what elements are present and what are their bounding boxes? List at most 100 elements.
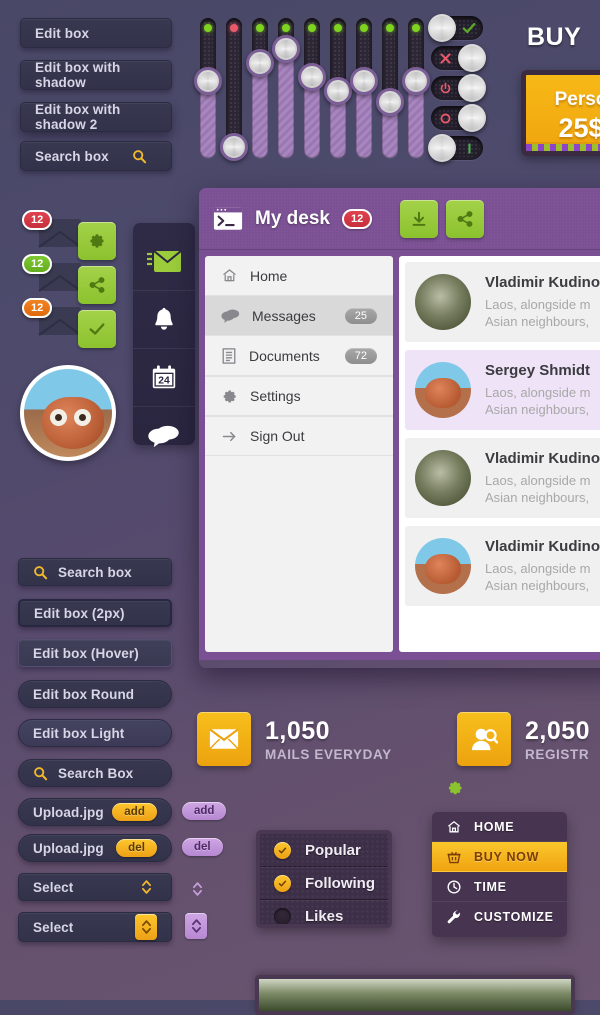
toggle-knob[interactable] xyxy=(458,44,486,72)
upload-row-add[interactable]: Upload.jpg add xyxy=(18,798,172,826)
toggle-bar[interactable] xyxy=(428,134,483,162)
select-gold[interactable]: Select xyxy=(18,912,172,942)
edit-box-2px[interactable]: Edit box (2px) xyxy=(18,599,172,627)
checkbox-popular-label: Popular xyxy=(305,841,361,859)
edit-box-with-shadow-2[interactable]: Edit box with shadow 2 xyxy=(20,102,172,132)
message-list[interactable]: Vladimir Kudinov Laos, alongside m Asian… xyxy=(399,256,600,652)
slider-8[interactable] xyxy=(376,18,404,158)
gear-button[interactable] xyxy=(78,222,116,260)
share-icon xyxy=(88,276,106,294)
stepper-icon-side[interactable] xyxy=(186,876,208,902)
slider-9[interactable] xyxy=(402,18,430,158)
search-box-top-label: Search box xyxy=(35,148,109,164)
checkbox-row-popular[interactable]: Popular xyxy=(260,834,388,867)
checkbox-row-likes[interactable]: Likes xyxy=(260,900,388,924)
toggle-knob[interactable] xyxy=(428,134,456,162)
edit-box-round[interactable]: Edit box Round xyxy=(18,680,172,708)
del-button[interactable]: del xyxy=(116,839,157,857)
download-button[interactable] xyxy=(400,199,439,238)
toggle-knob[interactable] xyxy=(458,104,486,132)
stat-registrations-number: 2,050 xyxy=(525,716,591,745)
toggle-close[interactable] xyxy=(431,44,486,72)
message-item[interactable]: Vladimir Kudinov Laos, alongside m Asian… xyxy=(405,262,600,342)
upload-row-del[interactable]: Upload.jpg del xyxy=(18,834,172,862)
sidebar-item-notifications[interactable] xyxy=(133,291,195,349)
stepper-button-side[interactable] xyxy=(185,913,207,939)
toggle-power[interactable] xyxy=(431,74,486,102)
menu-item-messages[interactable]: Messages 25 xyxy=(205,296,393,336)
search-box-round[interactable]: Search Box xyxy=(18,759,172,787)
menu-item-documents[interactable]: Documents 72 xyxy=(205,336,393,376)
edit-box-light[interactable]: Edit box Light xyxy=(18,719,172,747)
bell-icon xyxy=(151,306,177,334)
select-plain[interactable]: Select xyxy=(18,873,172,901)
check-button[interactable] xyxy=(78,310,116,348)
checkbox-popular[interactable] xyxy=(274,841,291,859)
message-item[interactable]: Sergey Shmidt Laos, alongside m Asian ne… xyxy=(405,350,600,430)
dropdown-item-customize[interactable]: CUSTOMIZE xyxy=(432,902,567,932)
edit-box-with-shadow[interactable]: Edit box with shadow xyxy=(20,60,172,90)
close-icon xyxy=(433,46,457,70)
dropdown-item-home[interactable]: HOME xyxy=(432,812,567,842)
checkbox-following[interactable] xyxy=(274,874,291,892)
dropdown-item-buy-now[interactable]: BUY NOW xyxy=(432,842,567,872)
search-box-top[interactable]: Search box xyxy=(20,141,172,171)
slider-status-dot xyxy=(386,24,394,32)
del-button-side[interactable]: del xyxy=(182,838,223,856)
avatar xyxy=(415,450,471,506)
slider-6[interactable] xyxy=(324,18,352,158)
app-canvas: Edit box Edit box with shadow Edit box w… xyxy=(0,0,600,1015)
add-button-side[interactable]: add xyxy=(182,802,227,820)
toggle-check[interactable] xyxy=(428,14,483,42)
search-box-bottom[interactable]: Search box xyxy=(18,558,172,586)
slider-2[interactable] xyxy=(220,18,248,161)
gear-icon[interactable] xyxy=(446,779,464,797)
slider-knob[interactable] xyxy=(246,48,274,77)
message-preview-line-2: Asian neighbours, xyxy=(485,490,590,505)
share-button-header[interactable] xyxy=(446,199,485,238)
slider-7[interactable] xyxy=(350,18,378,158)
slider-knob[interactable] xyxy=(272,34,300,63)
slider-4[interactable] xyxy=(272,18,300,158)
avatar xyxy=(415,538,471,594)
buy-price-label: 25$ xyxy=(558,113,600,143)
slider-status-dot xyxy=(334,24,342,32)
share-icon xyxy=(456,210,474,228)
edit-box-plain[interactable]: Edit box xyxy=(20,18,172,48)
sidebar-item-calendar[interactable]: 24 xyxy=(133,349,195,407)
buy-card[interactable]: Perso 25$ xyxy=(521,70,600,156)
slider-knob[interactable] xyxy=(324,76,352,105)
menu-item-settings[interactable]: Settings xyxy=(205,376,393,416)
slider-knob[interactable] xyxy=(220,132,248,161)
checkbox-likes[interactable] xyxy=(274,908,291,924)
stepper-icon[interactable] xyxy=(135,874,157,900)
toggle-circle[interactable] xyxy=(431,104,486,132)
menu-item-home[interactable]: Home xyxy=(205,256,393,296)
slider-3[interactable] xyxy=(246,18,274,158)
menu-item-sign-out[interactable]: Sign Out xyxy=(205,416,393,456)
slider-5[interactable] xyxy=(298,18,326,158)
slider-knob[interactable] xyxy=(298,62,326,91)
checkbox-row-following[interactable]: Following xyxy=(260,867,388,900)
sidebar-item-mail[interactable] xyxy=(133,233,195,291)
message-item[interactable]: Vladimir Kudinov Laos, alongside m Asian… xyxy=(405,526,600,606)
message-text: Vladimir Kudinov Laos, alongside m Asian… xyxy=(485,450,600,506)
share-button[interactable] xyxy=(78,266,116,304)
dropdown-item-time[interactable]: TIME xyxy=(432,872,567,902)
stepper-button[interactable] xyxy=(135,914,157,940)
slider-knob[interactable] xyxy=(402,67,430,95)
slider-1[interactable] xyxy=(194,18,222,158)
slider-knob[interactable] xyxy=(350,67,378,95)
avatar[interactable] xyxy=(20,365,116,461)
stat-mails-number: 1,050 xyxy=(265,716,331,745)
slider-knob[interactable] xyxy=(376,88,404,116)
message-item[interactable]: Vladimir Kudinov Laos, alongside m Asian… xyxy=(405,438,600,518)
edit-box-hover[interactable]: Edit box (Hover) xyxy=(18,639,172,667)
image-frame xyxy=(255,975,575,1015)
add-button[interactable]: add xyxy=(112,803,157,821)
toggle-knob[interactable] xyxy=(428,14,456,42)
slider-knob[interactable] xyxy=(194,67,222,95)
checkbox-following-label: Following xyxy=(305,874,375,892)
sidebar-item-chat[interactable] xyxy=(133,407,195,465)
toggle-knob[interactable] xyxy=(458,74,486,102)
